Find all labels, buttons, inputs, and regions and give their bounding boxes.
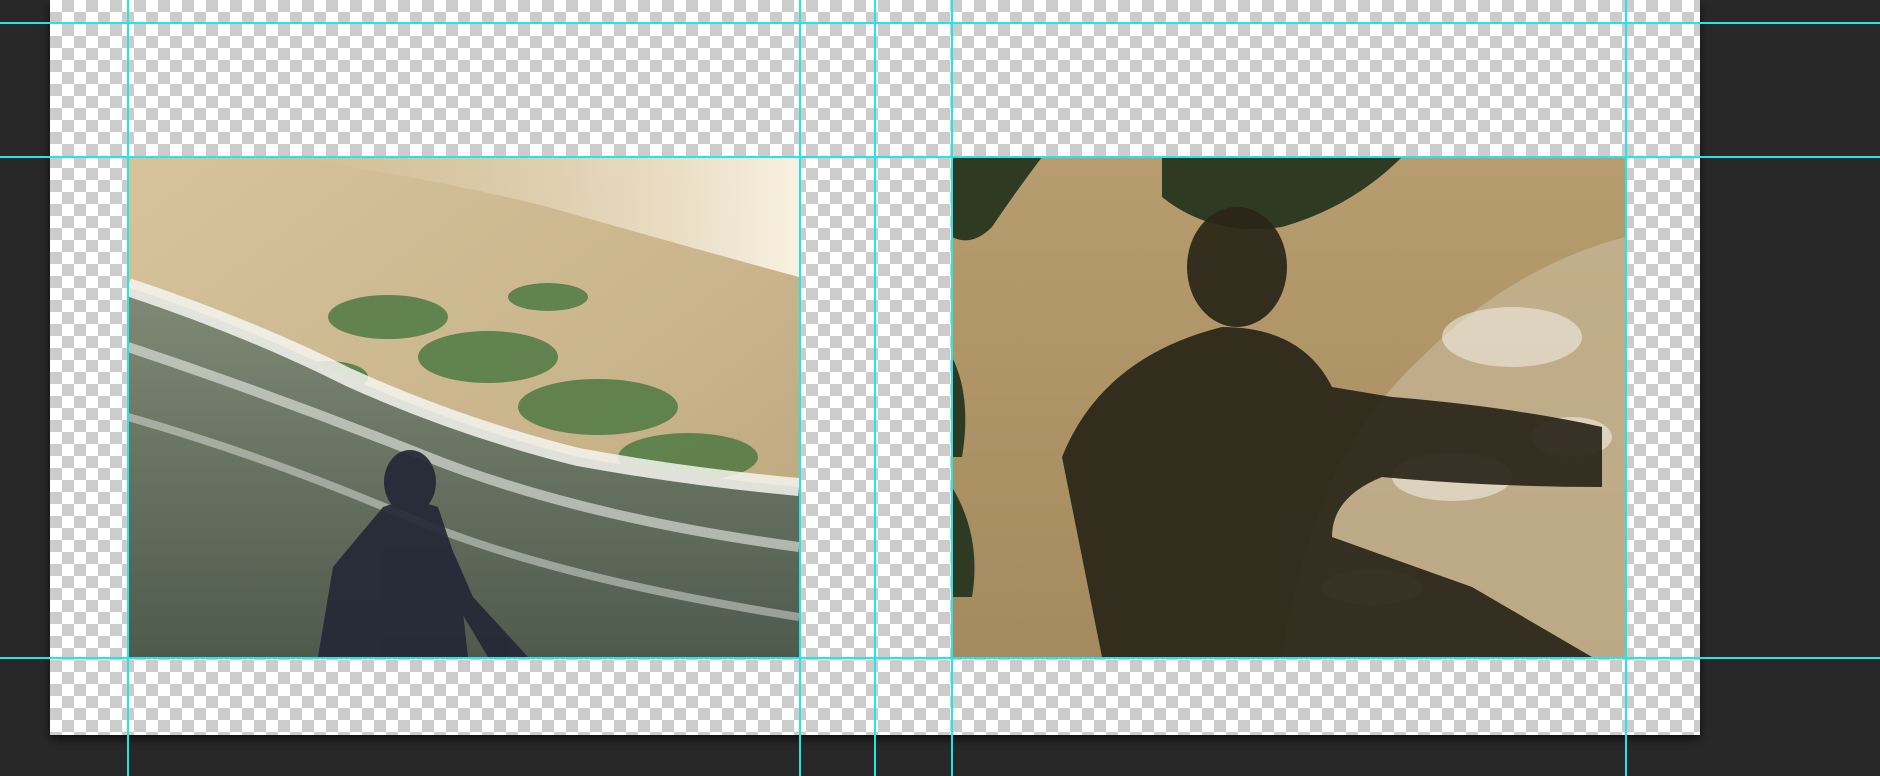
workspace[interactable]	[0, 0, 1880, 776]
guide-vertical[interactable]	[1625, 0, 1627, 776]
guide-vertical[interactable]	[951, 0, 953, 776]
beach-waves-image	[128, 157, 799, 657]
beach-seaweed-image	[952, 157, 1625, 657]
photo-layer-beach-seaweed[interactable]	[952, 157, 1625, 657]
guide-vertical[interactable]	[874, 0, 876, 776]
guide-vertical[interactable]	[799, 0, 801, 776]
guide-horizontal[interactable]	[0, 156, 1880, 158]
photo-layer-beach-waves[interactable]	[128, 157, 799, 657]
guide-horizontal[interactable]	[0, 22, 1880, 24]
guide-horizontal[interactable]	[0, 657, 1880, 659]
guide-vertical[interactable]	[127, 0, 129, 776]
